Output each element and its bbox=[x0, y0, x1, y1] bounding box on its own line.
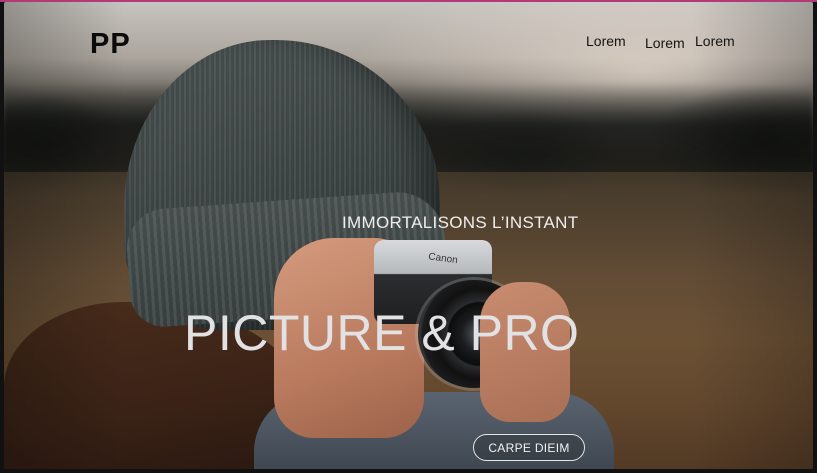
hero-image: Canon PP Lorem Lorem Lorem IMMORTALISONS… bbox=[4, 2, 813, 469]
nav-link-2[interactable]: Lorem bbox=[645, 35, 685, 51]
page-frame: Canon PP Lorem Lorem Lorem IMMORTALISONS… bbox=[0, 0, 817, 473]
nav-link-1[interactable]: Lorem bbox=[586, 33, 626, 49]
site-logo[interactable]: PP bbox=[90, 28, 131, 61]
hero-tagline: IMMORTALISONS L’INSTANT bbox=[342, 213, 579, 232]
nav-link-3[interactable]: Lorem bbox=[695, 33, 735, 49]
carpe-diem-button[interactable]: CARPE DIEIM bbox=[473, 434, 585, 461]
hero-headline: PICTURE & PRO bbox=[184, 305, 580, 361]
